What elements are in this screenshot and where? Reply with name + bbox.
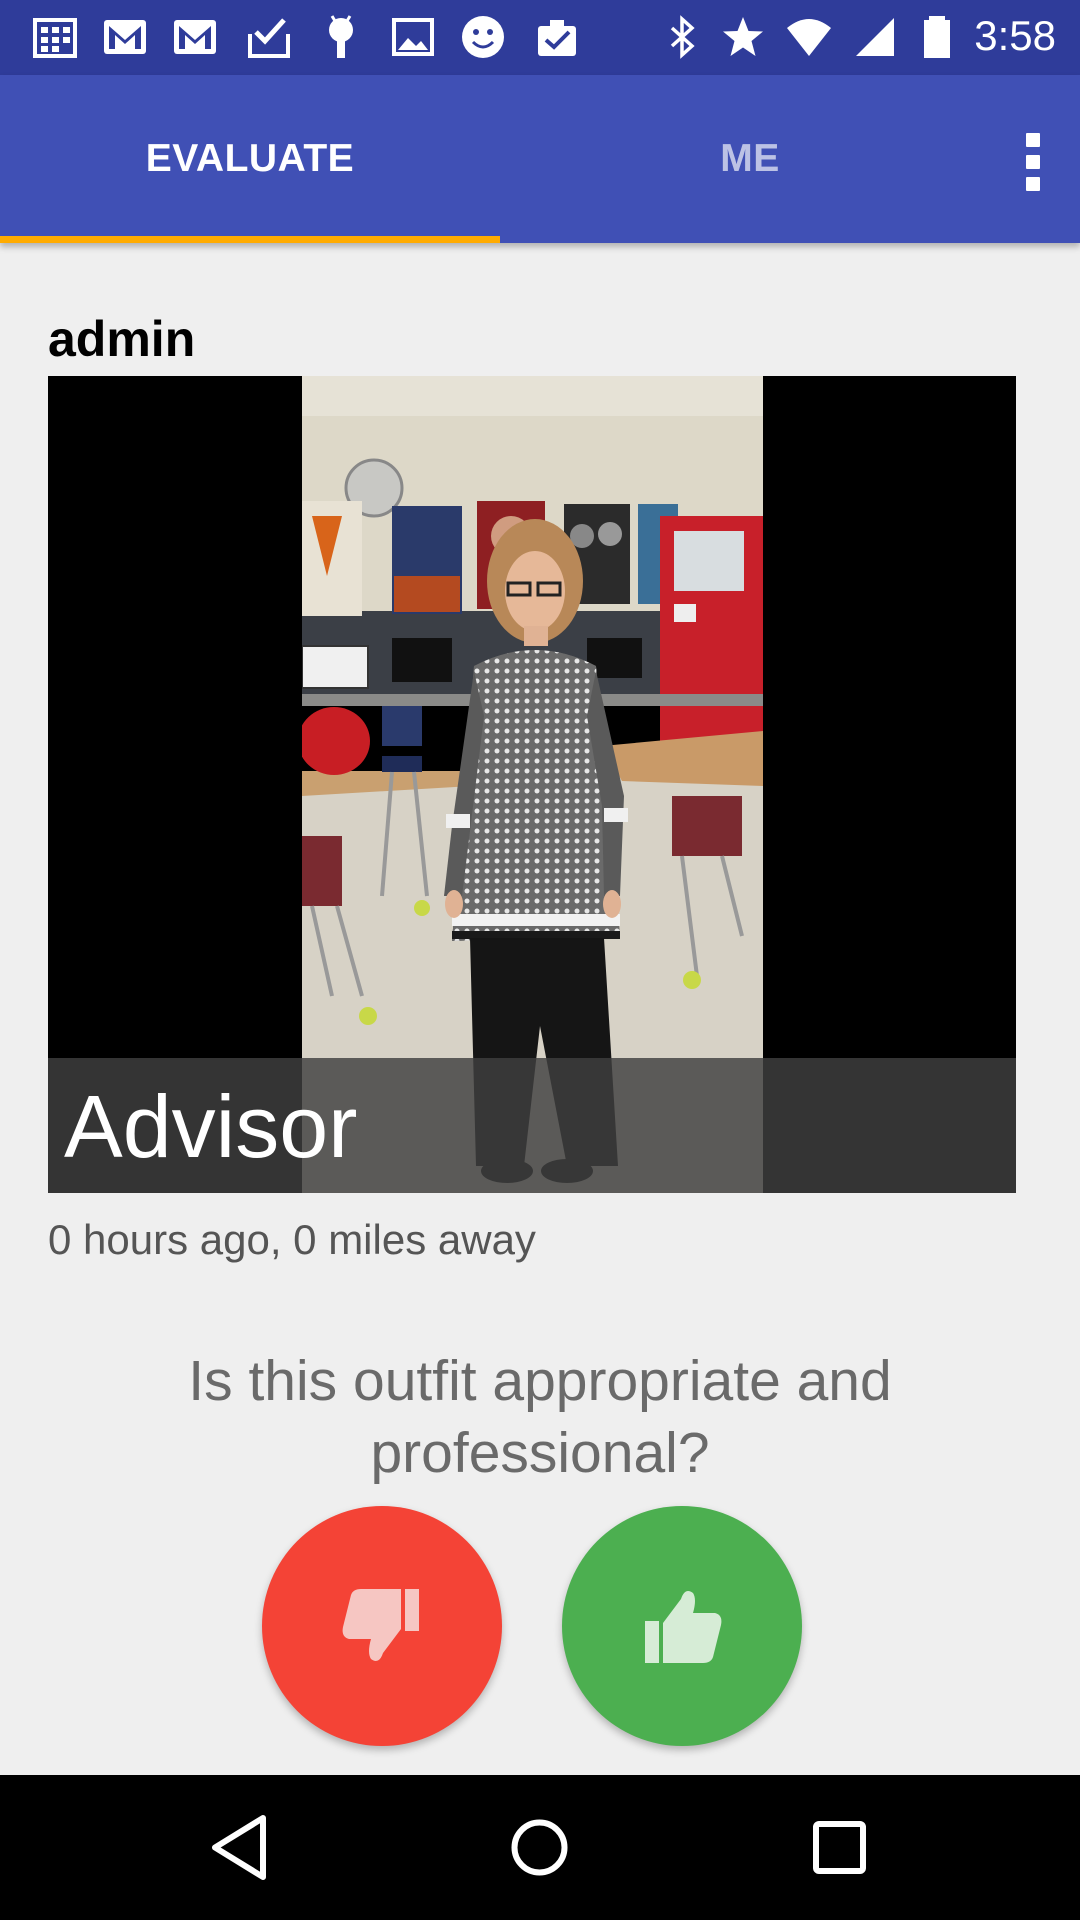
bluetooth-icon: [670, 15, 695, 59]
android-icon: [329, 15, 353, 58]
calendar-icon: [33, 18, 77, 58]
recents-icon[interactable]: [802, 1810, 877, 1885]
signal-icon: [856, 18, 894, 56]
status-clock: 3:58: [974, 12, 1056, 59]
dislike-button[interactable]: [262, 1506, 502, 1746]
home-icon[interactable]: [502, 1810, 577, 1885]
caption-bar: Advisor: [48, 1058, 1016, 1193]
checkbox-icon: [248, 18, 290, 58]
smiley-icon: [462, 16, 504, 58]
status-bar: 3:58: [0, 0, 1080, 75]
post-meta: 0 hours ago, 0 miles away: [48, 1216, 536, 1263]
battery-icon: [924, 16, 950, 58]
thumbs-down-icon: [342, 1589, 419, 1661]
like-button[interactable]: [562, 1506, 802, 1746]
navigation-bar: [0, 1775, 1080, 1920]
back-icon[interactable]: [203, 1810, 278, 1885]
gmail-icon: [174, 20, 216, 54]
tab-indicator: [0, 236, 500, 243]
star-icon: [723, 17, 763, 56]
post-author: admin: [48, 311, 196, 367]
clipboard-check-icon: [538, 20, 576, 56]
tab-me[interactable]: ME: [500, 75, 1000, 243]
image-icon: [392, 18, 434, 56]
app-bar: EVALUATE ME: [0, 75, 1080, 243]
evaluation-question: Is this outfit appropriate and professio…: [188, 1349, 892, 1485]
outfit-caption: Advisor: [64, 1077, 358, 1176]
tab-evaluate[interactable]: EVALUATE: [0, 75, 500, 243]
overflow-menu-icon[interactable]: [1002, 127, 1062, 197]
thumbs-up-icon: [645, 1591, 722, 1663]
outfit-photo[interactable]: Advisor: [48, 376, 1016, 1193]
gmail-icon: [104, 20, 146, 54]
wifi-icon: [787, 19, 831, 56]
